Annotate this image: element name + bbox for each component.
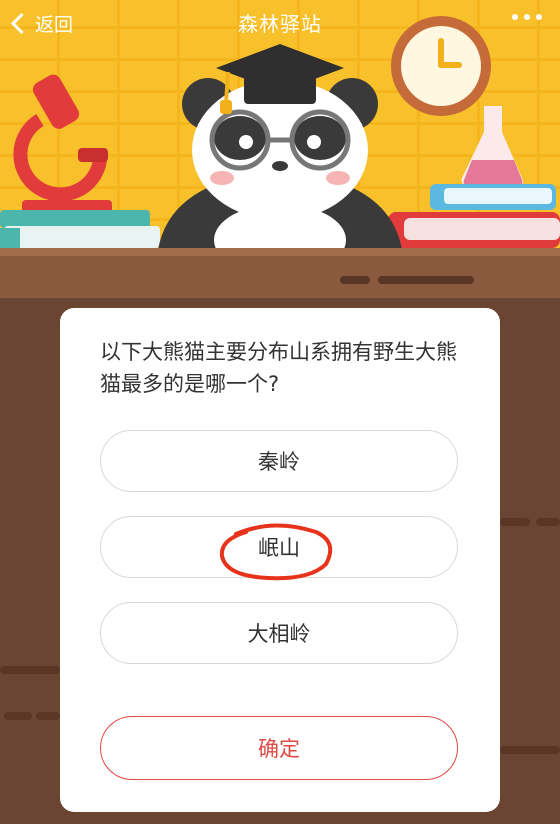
more-dot-icon bbox=[524, 14, 530, 20]
navigation-bar: 返回 森林驿站 bbox=[0, 0, 560, 46]
page-title: 森林驿站 bbox=[238, 12, 322, 36]
wood-grain bbox=[4, 712, 32, 720]
books-right bbox=[388, 184, 560, 248]
flask-icon bbox=[461, 106, 524, 186]
wood-grain bbox=[340, 276, 370, 284]
option-button-3[interactable]: 大相岭 bbox=[100, 602, 458, 664]
wood-grain bbox=[500, 518, 530, 526]
panda-illustration bbox=[158, 44, 402, 250]
more-dot-icon bbox=[536, 14, 542, 20]
option-label: 岷山 bbox=[258, 536, 300, 560]
more-dot-icon bbox=[512, 14, 518, 20]
option-label: 大相岭 bbox=[247, 622, 311, 646]
option-button-2[interactable]: 岷山 bbox=[100, 516, 458, 578]
question-text: 以下大熊猫主要分布山系拥有野生大熊猫最多的是哪一个? bbox=[100, 340, 457, 396]
confirm-button[interactable]: 确定 bbox=[100, 716, 458, 780]
wood-grain bbox=[500, 746, 560, 754]
wood-grain bbox=[0, 666, 60, 674]
wood-grain bbox=[36, 712, 60, 720]
wood-grain bbox=[536, 518, 560, 526]
desk-top bbox=[0, 248, 560, 298]
microscope-icon bbox=[13, 74, 112, 214]
option-button-1[interactable]: 秦岭 bbox=[100, 430, 458, 492]
more-options-button[interactable] bbox=[512, 14, 542, 20]
quiz-card: 以下大熊猫主要分布山系拥有野生大熊猫最多的是哪一个? 秦岭 岷山 大相岭 确定 bbox=[60, 308, 500, 812]
option-label: 秦岭 bbox=[258, 450, 300, 474]
wood-grain bbox=[378, 276, 474, 284]
confirm-label: 确定 bbox=[258, 737, 300, 761]
books-left bbox=[0, 210, 160, 248]
